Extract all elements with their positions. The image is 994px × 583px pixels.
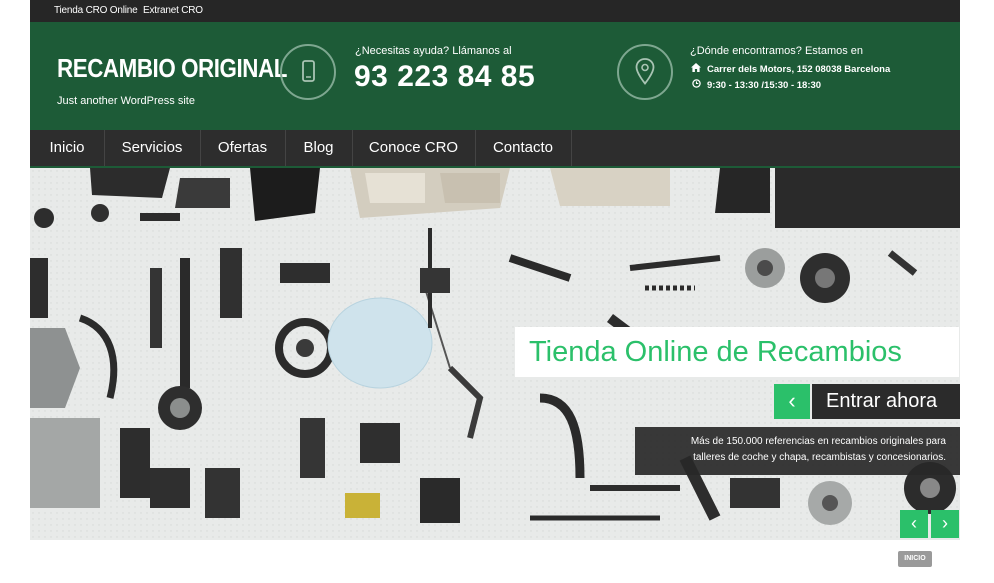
nav-item-contacto[interactable]: Contacto	[475, 130, 572, 166]
slider-next-button[interactable]: ›	[931, 510, 959, 538]
nav-item-conoce-cro[interactable]: Conoce CRO	[352, 130, 476, 166]
map-pin-icon	[617, 44, 673, 100]
phone-icon	[280, 44, 336, 100]
topbar-link-tienda[interactable]: Tienda CRO Online	[54, 5, 138, 16]
topbar-link-extranet[interactable]: Extranet CRO	[143, 5, 203, 16]
nav-item-blog[interactable]: Blog	[285, 130, 353, 166]
cta-arrow-icon[interactable]: ‹	[774, 384, 810, 419]
slide-description: Más de 150.000 referencias en recambios …	[635, 427, 960, 475]
slider-prev-button[interactable]: ‹	[900, 510, 928, 538]
slide-title: Tienda Online de Recambios	[515, 327, 959, 377]
nav-item-ofertas[interactable]: Ofertas	[200, 130, 286, 166]
inicio-badge[interactable]: INICIO	[898, 551, 932, 567]
slide-description-line-2: talleres de coche y chapa, recambistas y…	[693, 452, 946, 463]
site-title[interactable]: RECAMBIO ORIGINAL	[57, 53, 287, 84]
cta-button[interactable]: Entrar ahora	[812, 384, 960, 419]
nav-item-inicio[interactable]: Inicio	[30, 130, 105, 166]
clock-icon	[690, 79, 702, 91]
hero-slider: Tienda Online de Recambios ‹ Entrar ahor…	[30, 168, 960, 540]
phone-number[interactable]: 93 223 84 85	[354, 60, 535, 94]
slide-description-line-1: Más de 150.000 referencias en recambios …	[690, 436, 946, 447]
home-icon	[690, 63, 702, 75]
top-bar: Tienda CRO Online Extranet CRO	[30, 0, 960, 22]
help-question: ¿Necesitas ayuda? Llámanos al	[355, 45, 512, 57]
hours-line: 9:30 - 13:30 /15:30 - 18:30	[690, 79, 821, 91]
nav-item-servicios[interactable]: Servicios	[104, 130, 201, 166]
site-header: RECAMBIO ORIGINAL Just another WordPress…	[30, 22, 960, 130]
site-tagline: Just another WordPress site	[57, 95, 195, 107]
address-line: Carrer dels Motors, 152 08038 Barcelona	[690, 63, 890, 75]
hours-text: 9:30 - 13:30 /15:30 - 18:30	[707, 80, 822, 91]
location-question: ¿Dónde encontramos? Estamos en	[690, 45, 864, 57]
main-nav: Inicio Servicios Ofertas Blog Conoce CRO…	[30, 130, 960, 168]
address-text: Carrer dels Motors, 152 08038 Barcelona	[707, 64, 891, 75]
